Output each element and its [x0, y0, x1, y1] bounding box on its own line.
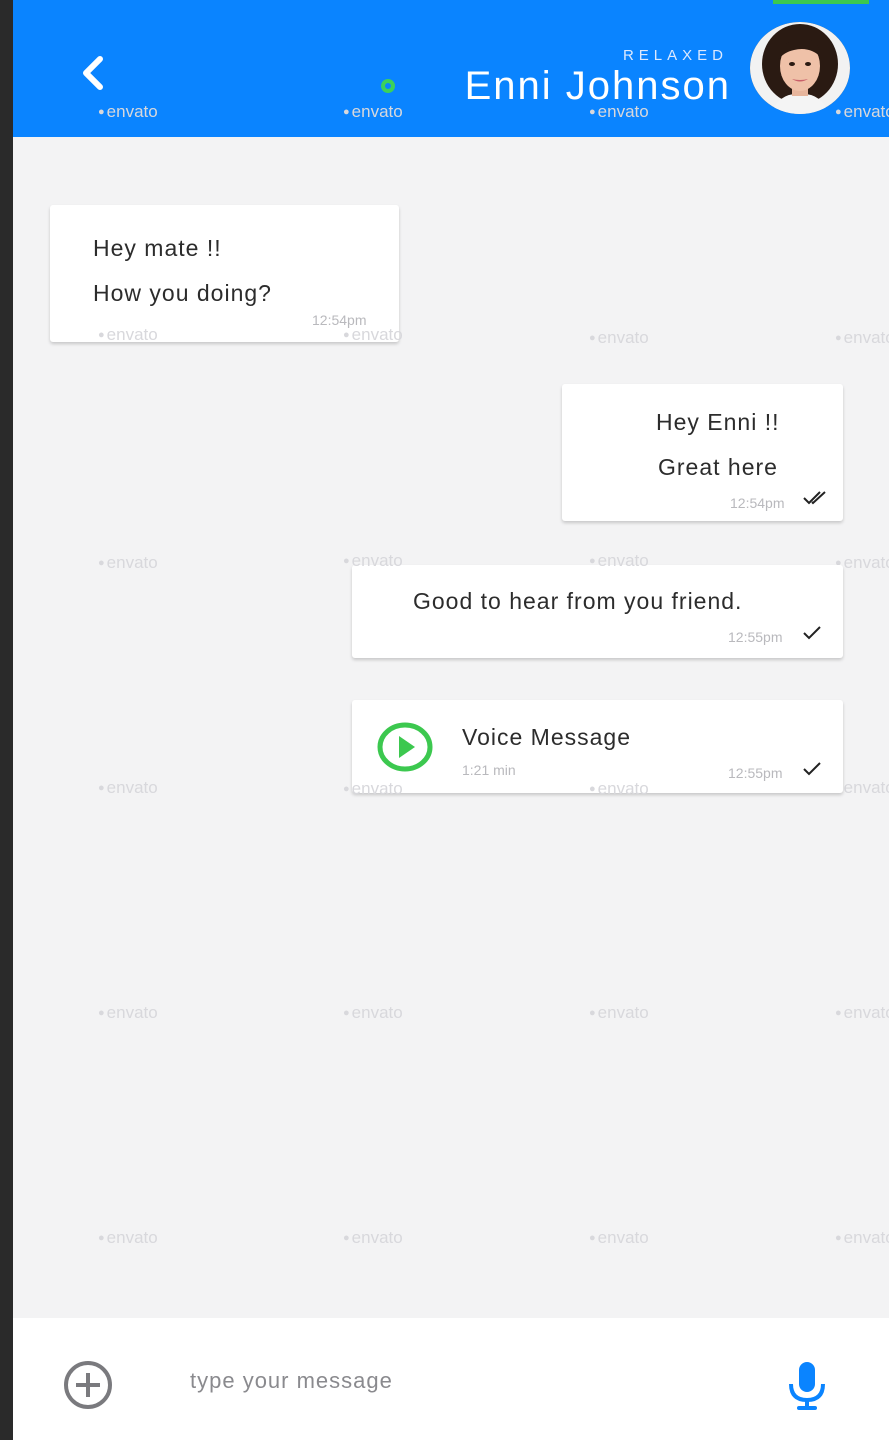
double-check-icon: [803, 491, 826, 505]
watermark: envato: [343, 779, 403, 799]
message-text: Hey mate !!: [93, 235, 222, 261]
contact-name[interactable]: Enni Johnson: [413, 64, 731, 109]
message-time: 12:55pm: [728, 765, 783, 781]
watermark: envato: [835, 778, 889, 798]
message-outgoing[interactable]: Good to hear from you friend. 12:55pm en…: [352, 551, 843, 658]
chevron-left-icon: [83, 56, 103, 90]
message-composer: [13, 1318, 889, 1440]
watermark: envato: [98, 778, 158, 798]
watermark: envato: [589, 551, 649, 571]
plus-circle-icon: [64, 1361, 112, 1409]
watermark: envato: [589, 779, 649, 799]
message-text: Good to hear from you friend.: [413, 588, 743, 614]
message-time: 12:54pm: [312, 312, 367, 328]
message-incoming[interactable]: Hey mate !! How you doing? 12:54pm envat…: [50, 205, 403, 345]
voice-message-duration: 1:21 min: [462, 762, 516, 778]
add-attachment-button[interactable]: [61, 1358, 115, 1412]
voice-record-button[interactable]: [786, 1360, 828, 1412]
message-time: 12:54pm: [730, 495, 785, 511]
watermark: envato: [343, 1228, 403, 1248]
message-input[interactable]: [188, 1360, 752, 1402]
chat-header: RELAXED Enni Johnson: [13, 0, 889, 137]
chat-screen: RELAXED Enni Johnson envato: [13, 0, 889, 1440]
play-circle-icon: [377, 722, 433, 772]
message-time: 12:55pm: [728, 629, 783, 645]
watermark: envato: [343, 551, 403, 571]
header-accent-bar: [773, 0, 869, 4]
avatar[interactable]: [750, 22, 850, 114]
watermark: envato: [98, 1003, 158, 1023]
watermark: envato: [835, 1003, 889, 1023]
contact-status: RELAXED: [622, 47, 728, 64]
check-icon: [803, 626, 821, 640]
watermark: envato: [835, 553, 889, 573]
message-text: How you doing?: [93, 280, 272, 306]
online-status-icon: [381, 79, 395, 93]
watermark: envato: [835, 328, 889, 348]
message-text: Hey Enni !!: [656, 409, 780, 435]
watermark: envato: [589, 1228, 649, 1248]
back-button[interactable]: [71, 48, 115, 98]
microphone-icon: [789, 1362, 825, 1410]
message-text: Great here: [658, 454, 778, 480]
voice-message[interactable]: Voice Message 1:21 min 12:55pm envato en…: [352, 700, 843, 798]
watermark: envato: [98, 325, 158, 345]
watermark: envato: [343, 1003, 403, 1023]
watermark: envato: [589, 1003, 649, 1023]
avatar-image: [750, 22, 850, 114]
watermark: envato: [835, 1228, 889, 1248]
voice-message-title: Voice Message: [462, 724, 631, 750]
message-outgoing[interactable]: Hey Enni !! Great here 12:54pm: [562, 384, 843, 521]
play-button[interactable]: [377, 722, 433, 772]
check-icon: [803, 762, 821, 776]
watermark: envato: [98, 1228, 158, 1248]
watermark: envato: [343, 325, 403, 345]
watermark: envato: [589, 328, 649, 348]
watermark: envato: [98, 553, 158, 573]
